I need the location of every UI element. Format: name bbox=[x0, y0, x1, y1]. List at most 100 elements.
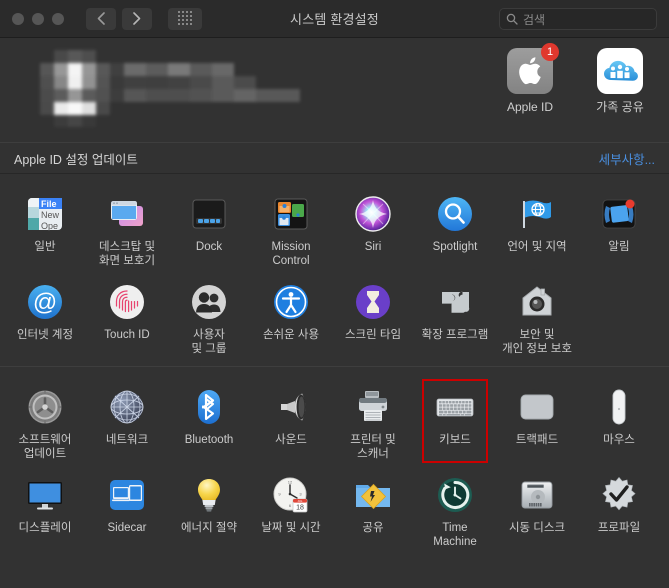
pref-item-energy-saver[interactable]: 에너지 절약 bbox=[168, 465, 250, 553]
pref-item-label: 데스크탑 및 화면 보호기 bbox=[98, 241, 156, 267]
navigation-buttons bbox=[86, 7, 202, 30]
pref-item-desktop-screensaver[interactable]: 데스크탑 및 화면 보호기 bbox=[86, 184, 168, 272]
pref-item-label: 사용자 및 그룹 bbox=[191, 329, 227, 355]
siri-icon bbox=[351, 192, 395, 236]
pref-item-mouse[interactable]: 마우스 bbox=[578, 377, 660, 465]
time-machine-icon bbox=[433, 473, 477, 517]
grid-dots-icon bbox=[177, 11, 193, 26]
svg-text:Ope: Ope bbox=[41, 221, 58, 231]
svg-text:18: 18 bbox=[296, 505, 304, 512]
pref-item-label: 에너지 절약 bbox=[180, 522, 238, 534]
pref-item-label: 날짜 및 시간 bbox=[261, 522, 321, 534]
back-chevron-icon bbox=[97, 12, 105, 25]
forward-button[interactable] bbox=[122, 7, 152, 30]
keyboard-icon bbox=[433, 385, 477, 429]
pref-item-internet-accounts[interactable]: @ 인터넷 계정 bbox=[4, 272, 86, 360]
pref-item-label: Siri bbox=[364, 241, 382, 253]
preferences-row: @ 인터넷 계정 Touch ID 사용자 및 그룹 손쉬운 사용 스크린 타임… bbox=[0, 272, 669, 360]
pref-item-label: 소프트웨어 업데이트 bbox=[18, 434, 72, 460]
pref-item-touch-id[interactable]: Touch ID bbox=[86, 272, 168, 360]
pref-item-date-time[interactable]: 12 3 6 9 JUL 18 날짜 및 시간 bbox=[250, 465, 332, 553]
close-button[interactable] bbox=[12, 12, 24, 25]
pref-item-label: 알림 bbox=[608, 241, 630, 253]
displays-icon bbox=[23, 473, 67, 517]
pref-item-notifications[interactable]: 알림 bbox=[578, 184, 660, 272]
general-icon: File New Ope bbox=[23, 192, 67, 236]
notice-details-link[interactable]: 세부사항... bbox=[599, 149, 655, 168]
trackpad-icon bbox=[515, 385, 559, 429]
preferences-row: File New Ope 일반 데스크탑 및 화면 보호기 Dock Missi… bbox=[0, 184, 669, 272]
pref-item-keyboard[interactable]: 키보드 bbox=[414, 377, 496, 465]
apple-id-notice-banner: Apple ID 설정 업데이트 세부사항... bbox=[0, 142, 669, 174]
user-profile-redacted bbox=[30, 50, 320, 128]
pref-item-label: Mission Control bbox=[271, 241, 311, 267]
pref-item-label: 언어 및 지역 bbox=[507, 241, 567, 253]
pref-item-label: Sidecar bbox=[107, 522, 147, 534]
pref-item-language-region[interactable]: 언어 및 지역 bbox=[496, 184, 578, 272]
pref-item-label: 손쉬운 사용 bbox=[262, 329, 320, 341]
show-all-button[interactable] bbox=[168, 7, 202, 30]
pref-item-startup-disk[interactable]: 시동 디스크 bbox=[496, 465, 578, 553]
pref-item-dock[interactable]: Dock bbox=[168, 184, 250, 272]
screen-time-icon bbox=[351, 280, 395, 324]
pref-item-sound[interactable]: 사운드 bbox=[250, 377, 332, 465]
dock-icon bbox=[187, 192, 231, 236]
pref-item-siri[interactable]: Siri bbox=[332, 184, 414, 272]
apple-id-badge: 1 bbox=[541, 43, 559, 61]
pref-item-sidecar[interactable]: Sidecar bbox=[86, 465, 168, 553]
pref-item-network[interactable]: 네트워크 bbox=[86, 377, 168, 465]
pref-item-general[interactable]: File New Ope 일반 bbox=[4, 184, 86, 272]
family-sharing-label: 가족 공유 bbox=[596, 100, 644, 114]
preferences-row: 소프트웨어 업데이트 네트워크 Bluetooth 사운드 프린터 및 스캐너 … bbox=[0, 377, 669, 465]
pref-item-accessibility[interactable]: 손쉬운 사용 bbox=[250, 272, 332, 360]
apple-id-actions: 1 Apple ID 가족 공유 bbox=[497, 43, 653, 115]
svg-text:JUL: JUL bbox=[298, 499, 303, 503]
pref-item-label: 인터넷 계정 bbox=[16, 329, 74, 341]
pref-item-label: 일반 bbox=[34, 241, 56, 253]
pref-item-users-groups[interactable]: 사용자 및 그룹 bbox=[168, 272, 250, 360]
energy-saver-icon bbox=[187, 473, 231, 517]
pref-item-printers-scanners[interactable]: 프린터 및 스캐너 bbox=[332, 377, 414, 465]
startup-disk-icon bbox=[515, 473, 559, 517]
pref-item-bluetooth[interactable]: Bluetooth bbox=[168, 377, 250, 465]
preferences-row: 디스플레이 Sidecar 에너지 절약 12 3 6 9 JUL 18 날짜 … bbox=[0, 465, 669, 553]
pref-item-time-machine[interactable]: Time Machine bbox=[414, 465, 496, 553]
pref-item-label: 스크린 타임 bbox=[344, 329, 402, 341]
pref-item-trackpad[interactable]: 트랙패드 bbox=[496, 377, 578, 465]
pref-item-sharing[interactable]: 공유 bbox=[332, 465, 414, 553]
family-sharing-button[interactable]: 가족 공유 bbox=[587, 48, 653, 115]
language-region-icon bbox=[515, 192, 559, 236]
pref-item-security-privacy[interactable]: 보안 및 개인 정보 보호 bbox=[496, 272, 578, 360]
svg-text:File: File bbox=[41, 199, 57, 209]
spotlight-icon bbox=[433, 192, 477, 236]
zoom-button[interactable] bbox=[52, 12, 64, 25]
pref-item-label: 마우스 bbox=[603, 434, 635, 446]
pref-item-software-update[interactable]: 소프트웨어 업데이트 bbox=[4, 377, 86, 465]
pref-item-label: 키보드 bbox=[439, 434, 471, 446]
network-icon bbox=[105, 385, 149, 429]
pref-item-label: 네트워크 bbox=[105, 434, 149, 446]
search-input[interactable]: 검색 bbox=[499, 8, 657, 30]
pref-item-extensions[interactable]: 확장 프로그램 bbox=[414, 272, 496, 360]
pref-item-label: 공유 bbox=[362, 522, 384, 534]
minimize-button[interactable] bbox=[32, 12, 44, 25]
pref-item-label: 시동 디스크 bbox=[508, 522, 566, 534]
bluetooth-icon bbox=[187, 385, 231, 429]
security-privacy-icon bbox=[515, 280, 559, 324]
search-placeholder: 검색 bbox=[523, 12, 546, 27]
apple-id-header: 1 Apple ID 가족 공유 bbox=[0, 38, 669, 142]
pref-item-label: Time Machine bbox=[433, 522, 477, 548]
back-button[interactable] bbox=[86, 7, 116, 30]
pref-item-profiles[interactable]: 프로파일 bbox=[578, 465, 660, 553]
family-sharing-icon-wrap bbox=[597, 48, 643, 94]
apple-id-button[interactable]: 1 Apple ID bbox=[497, 43, 563, 115]
pref-item-label: 사운드 bbox=[275, 434, 307, 446]
pref-item-mission-control[interactable]: Mission Control bbox=[250, 184, 332, 272]
date-time-icon: 12 3 6 9 JUL 18 bbox=[269, 473, 313, 517]
notice-text: Apple ID 설정 업데이트 bbox=[14, 152, 138, 167]
pref-item-screen-time[interactable]: 스크린 타임 bbox=[332, 272, 414, 360]
pref-item-spotlight[interactable]: Spotlight bbox=[414, 184, 496, 272]
sidecar-icon bbox=[105, 473, 149, 517]
mouse-icon bbox=[597, 385, 641, 429]
pref-item-displays[interactable]: 디스플레이 bbox=[4, 465, 86, 553]
